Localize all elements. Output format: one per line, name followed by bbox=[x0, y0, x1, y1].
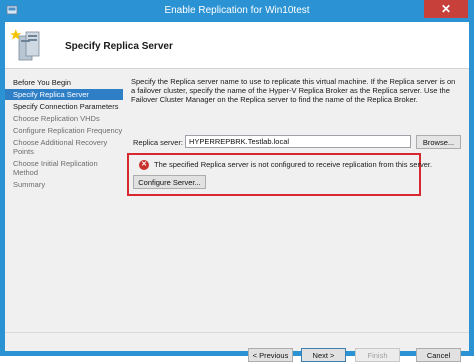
nav-step-choose-replication-vhds[interactable]: Choose Replication VHDs bbox=[5, 113, 123, 124]
instructions-text: Specify the Replica server name to use t… bbox=[131, 77, 456, 104]
title-bar[interactable]: Enable Replication for Win10test ✕ bbox=[0, 0, 474, 22]
replica-server-row: Replica server: Browse... bbox=[131, 135, 461, 149]
wizard-steps-nav: Before You Begin Specify Replica Server … bbox=[5, 77, 123, 190]
replica-server-label: Replica server: bbox=[133, 138, 184, 147]
nav-step-before-you-begin[interactable]: Before You Begin bbox=[5, 77, 123, 88]
error-message-box: ✕ The specified Replica server is not co… bbox=[127, 153, 432, 196]
finish-button[interactable]: Finish bbox=[355, 348, 400, 362]
cancel-button[interactable]: Cancel bbox=[416, 348, 461, 362]
previous-button[interactable]: < Previous bbox=[248, 348, 293, 362]
replica-server-input[interactable] bbox=[185, 135, 411, 148]
wizard-header: Specify Replica Server bbox=[5, 22, 469, 69]
hyper-v-replication-icon bbox=[10, 29, 40, 61]
error-icon: ✕ bbox=[139, 160, 149, 170]
wizard-content: Specify the Replica server name to use t… bbox=[131, 77, 461, 149]
wizard-window: Enable Replication for Win10test ✕ Speci… bbox=[0, 0, 474, 362]
wizard-body: Specify Replica Server Before You Begin … bbox=[5, 22, 469, 362]
error-message: The specified Replica server is not conf… bbox=[154, 160, 433, 169]
nav-step-summary[interactable]: Summary bbox=[5, 179, 123, 190]
nav-step-specify-connection-parameters[interactable]: Specify Connection Parameters bbox=[5, 101, 123, 112]
window-title: Enable Replication for Win10test bbox=[164, 5, 310, 16]
footer-divider bbox=[5, 332, 469, 333]
close-button[interactable]: ✕ bbox=[424, 0, 468, 18]
browse-button[interactable]: Browse... bbox=[416, 135, 461, 149]
nav-step-choose-additional-recovery-points[interactable]: Choose Additional Recovery Points bbox=[5, 137, 123, 157]
nav-step-choose-initial-replication-method[interactable]: Choose Initial Replication Method bbox=[5, 158, 123, 178]
nav-step-configure-replication-frequency[interactable]: Configure Replication Frequency bbox=[5, 125, 123, 136]
configure-server-button[interactable]: Configure Server... bbox=[133, 175, 206, 189]
next-button[interactable]: Next > bbox=[301, 348, 346, 362]
nav-step-specify-replica-server[interactable]: Specify Replica Server bbox=[5, 89, 123, 100]
page-title: Specify Replica Server bbox=[65, 41, 173, 52]
